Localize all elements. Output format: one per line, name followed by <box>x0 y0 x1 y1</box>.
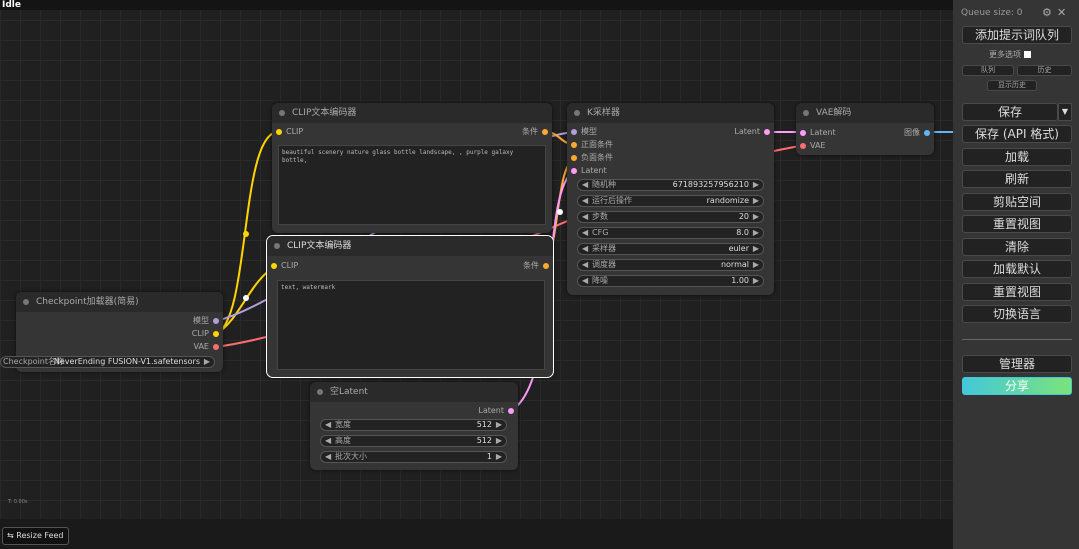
extra-options-toggle[interactable]: 更多选项 <box>989 49 1031 60</box>
model-input-slot[interactable]: 模型 <box>567 127 597 137</box>
model-output-slot[interactable]: 模型 <box>193 316 223 326</box>
top-bar: Idle <box>0 0 953 10</box>
sampler-widget[interactable]: ◀ 采样器 euler ▶ <box>577 243 764 255</box>
clear-button[interactable]: 清除 <box>962 238 1072 256</box>
vae-output-slot[interactable]: VAE <box>194 342 224 352</box>
save-api-button[interactable]: 保存 (API 格式) <box>962 125 1072 143</box>
checkpoint-loader-node[interactable]: Checkpoint加载器(简易) 模型 CLIP VAE Checkpoint… <box>0 292 224 372</box>
manager-button[interactable]: 管理器 <box>962 355 1072 373</box>
steps-widget[interactable]: ◀ 步数 20 ▶ <box>577 211 764 223</box>
load-button[interactable]: 加载 <box>962 148 1072 166</box>
latent-input-slot[interactable]: Latent <box>567 166 607 176</box>
divider <box>962 339 1072 340</box>
node-title[interactable]: CLIP文本编码器 <box>272 103 552 123</box>
ckpt-name-widget[interactable]: Checkpoint名称 NeverEnding FUSION-V1.safete… <box>0 356 215 368</box>
show-history-button[interactable]: 显示历史 <box>987 80 1037 91</box>
clip-text-encode-node-negative[interactable]: CLIP文本编码器 CLIP 条件 text, watermark <box>266 235 554 378</box>
seed-widget[interactable]: ◀ 随机种 671893257956210 ▶ <box>577 179 764 191</box>
node-title[interactable]: 空Latent <box>310 382 518 402</box>
denoise-widget[interactable]: ◀ 降噪 1.00 ▶ <box>577 275 764 287</box>
ksampler-node[interactable]: K采样器 模型 正面条件 负面条件 Latent Latent ◀ 随机种 6718… <box>567 103 774 295</box>
gear-icon[interactable]: ⚙ <box>1042 6 1052 19</box>
prompt-textarea[interactable]: text, watermark <box>277 280 545 370</box>
empty-latent-node[interactable]: 空Latent Latent ◀ 宽度 512 ▶ ◀ 高度 512 ▶ ◀ 批次大小 1 ▶ <box>310 382 518 470</box>
resize-feed-button[interactable]: ⇆ Resize Feed <box>2 527 69 545</box>
width-widget[interactable]: ◀ 宽度 512 ▶ <box>320 419 507 431</box>
cfg-widget[interactable]: ◀ CFG 8.0 ▶ <box>577 227 764 239</box>
load-default-button[interactable]: 加载默认 <box>962 260 1072 278</box>
switch-language-button[interactable]: 切换语言 <box>962 305 1072 323</box>
clip-input-slot[interactable]: CLIP <box>272 127 303 137</box>
vae-input-slot[interactable]: VAE <box>796 141 826 151</box>
node-title[interactable]: K采样器 <box>567 103 774 123</box>
save-dropdown-icon[interactable]: ▼ <box>1058 103 1072 121</box>
positive-input-slot[interactable]: 正面条件 <box>567 140 613 150</box>
side-menu: Queue size: 0 ⚙ ✕ 添加提示词队列 更多选项 队列 历史 显示历… <box>953 0 1079 549</box>
node-title[interactable]: VAE解码 <box>796 103 934 123</box>
reset-view-button-2[interactable]: 重置视图 <box>962 283 1072 301</box>
bottom-bar <box>0 519 953 549</box>
prompt-textarea[interactable]: beautiful scenery nature glass bottle la… <box>278 145 546 225</box>
share-button[interactable]: 分享 <box>962 377 1072 395</box>
clip-text-encode-node-positive[interactable]: CLIP文本编码器 CLIP 条件 beautiful scenery natu… <box>272 103 552 233</box>
latent-output-slot[interactable]: Latent <box>478 406 518 416</box>
view-queue-button[interactable]: 队列 <box>962 65 1014 76</box>
vae-decode-node[interactable]: VAE解码 Latent VAE 图像 <box>796 103 934 155</box>
conditioning-output-slot[interactable]: 条件 <box>523 261 553 271</box>
node-canvas[interactable]: Idle CLIP文本编码器 CLIP 条件 beautiful scenery… <box>0 0 953 549</box>
save-button[interactable]: 保存 <box>962 103 1058 121</box>
clip-output-slot[interactable]: CLIP <box>192 329 223 339</box>
reset-view-button[interactable]: 重置视图 <box>962 215 1072 233</box>
negative-input-slot[interactable]: 负面条件 <box>567 153 613 163</box>
node-title[interactable]: Checkpoint加载器(简易) <box>16 292 223 312</box>
checkbox-icon[interactable] <box>1023 51 1031 58</box>
conditioning-output-slot[interactable]: 条件 <box>522 127 552 137</box>
scheduler-widget[interactable]: ◀ 调度器 normal ▶ <box>577 259 764 271</box>
samples-input-slot[interactable]: Latent <box>796 128 836 138</box>
control-after-generate-widget[interactable]: ◀ 运行后操作 randomize ▶ <box>577 195 764 207</box>
refresh-button[interactable]: 刷新 <box>962 170 1072 188</box>
batch-size-widget[interactable]: ◀ 批次大小 1 ▶ <box>320 451 507 463</box>
clipspace-button[interactable]: 剪贴空间 <box>962 193 1072 211</box>
queue-size-label: Queue size: 0 <box>961 8 1023 18</box>
node-title[interactable]: CLIP文本编码器 <box>267 236 553 256</box>
render-stats: T: 0.00s <box>8 499 28 505</box>
status-text: Idle <box>2 0 21 10</box>
image-output-slot[interactable]: 图像 <box>904 128 934 138</box>
height-widget[interactable]: ◀ 高度 512 ▶ <box>320 435 507 447</box>
latent-output-slot[interactable]: Latent <box>734 127 774 137</box>
close-icon[interactable]: ✕ <box>1057 6 1066 19</box>
queue-prompt-button[interactable]: 添加提示词队列 <box>962 26 1072 44</box>
clip-input-slot[interactable]: CLIP <box>267 261 298 271</box>
view-history-button[interactable]: 历史 <box>1017 65 1072 76</box>
